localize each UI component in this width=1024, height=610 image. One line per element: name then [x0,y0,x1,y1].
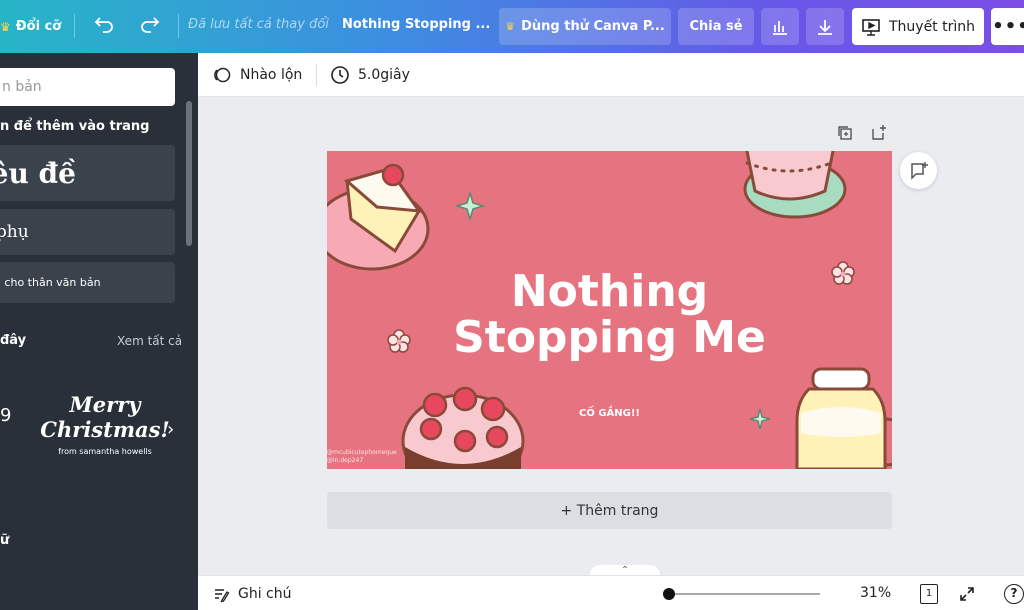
merry-christmas-template[interactable]: Merry Christmas! from samantha howells [40,392,170,457]
search-placeholder: n bản [2,79,42,95]
redo-button[interactable] [138,13,160,35]
sample-left-preview[interactable]: 9 [0,405,11,426]
merry-line1: Merry [69,392,141,417]
fullscreen-button[interactable] [958,585,976,607]
share-button[interactable]: Chia sẻ [678,8,754,45]
zoom-percent[interactable]: 31% [860,585,891,601]
clock-icon [331,66,349,84]
expand-icon [960,587,974,601]
bottom-section-heading: ữ [0,533,10,548]
download-button[interactable] [806,8,844,45]
animate-button[interactable]: Nhào lộn [212,53,302,97]
crown-icon: ♛ [505,20,516,33]
add-text-heading: n để thêm vào trang [0,119,150,134]
comment-add-icon [910,161,928,180]
save-status: Đã lưu tất cả thay đổi [188,17,329,32]
editor-toolbar: Nhào lộn 5.0giây [198,53,1024,97]
try-pro-button[interactable]: ♛ Dùng thử Canva P... [499,8,671,45]
crown-icon: ♛ [0,19,11,34]
topbar-divider [178,14,179,38]
slide-subtitle[interactable]: CỐ GẮNG!! [327,408,892,419]
animate-label: Nhào lộn [240,67,303,83]
duplicate-page-button[interactable] [836,124,854,146]
insights-button[interactable] [761,8,799,45]
try-pro-label: Dùng thử Canva P... [521,19,665,34]
subheading-card-label: ề phụ [0,222,29,242]
add-comment-button[interactable] [900,152,937,189]
merry-line2: Christmas! [40,417,170,442]
zoom-slider-thumb[interactable] [663,588,675,600]
strawberry-cake-illustration [401,386,525,469]
add-subheading-button[interactable]: ề phụ [0,209,175,255]
slide-title-line2: Stopping Me [453,312,766,363]
duration-button[interactable]: 5.0giây [330,53,410,97]
help-button[interactable]: ? [1004,584,1024,604]
sparkle-icon [454,190,486,222]
duration-label: 5.0giây [358,67,410,83]
zoom-slider[interactable] [663,588,820,600]
document-title[interactable]: Nothing Stopping ... [342,17,490,32]
add-page-icon-button[interactable] [870,124,888,146]
merry-credit: from samantha howells [58,447,152,456]
chevron-right-icon[interactable]: › [167,419,174,440]
heading-card-label: iêu đề [0,156,76,190]
toolbar-divider [316,64,317,86]
bar-chart-icon [773,20,787,35]
add-page-icon [872,125,886,140]
present-button[interactable]: Thuyết trình [852,8,984,45]
page-count: 1 [925,588,933,599]
see-all-link[interactable]: Xem tất cả [117,334,182,348]
slide-credit[interactable]: @mcubicutephomeque @in.dep247 [327,449,397,465]
add-page-button[interactable]: + Thêm trang [327,492,892,529]
cake-slice-illustration [327,163,430,271]
topbar-divider [74,14,75,38]
animate-icon [214,67,231,83]
slide-title-line1: Nothing [510,266,709,317]
present-label: Thuyết trình [888,18,976,35]
top-bar: ♛ Đổi cỡ Đã lưu tất cả thay đổi Nothing … [0,0,1024,53]
resize-button[interactable]: ♛ Đổi cỡ [0,0,61,53]
search-input[interactable]: n bản [0,68,175,106]
slide-title[interactable]: Nothing Stopping Me [327,269,892,361]
download-icon [818,19,832,35]
jar-illustration [795,367,892,469]
help-icon: ? [1010,586,1018,600]
resize-label: Đổi cỡ [15,19,62,34]
undo-icon [94,17,113,33]
notes-icon [215,588,230,602]
sidebar-panel: n bản n để thêm vào trang iêu đề ề phụ u… [0,53,198,610]
recent-heading: đây [0,333,27,348]
slide-canvas[interactable]: Nothing Stopping Me CỐ GẮNG!! @mcubicute… [327,151,892,469]
page-count-button[interactable]: 1 [920,584,938,604]
redo-icon [141,17,160,33]
undo-button[interactable] [94,13,116,35]
duplicate-icon [838,126,852,140]
more-options-button[interactable]: ••• [991,8,1024,45]
add-heading-button[interactable]: iêu đề [0,145,175,201]
notes-button[interactable]: Ghi chú [212,576,292,610]
bottom-bar: Ghi chú 31% 1 ? [198,575,1024,610]
notes-label: Ghi chú [238,585,292,602]
more-icon: ••• [992,16,1024,37]
teacup-illustration [743,151,847,219]
add-body-text-button[interactable]: ung cho thân văn bản [0,262,175,303]
present-icon [862,18,880,36]
sidebar-scrollbar[interactable] [186,101,192,246]
body-card-label: ung cho thân văn bản [0,276,101,289]
